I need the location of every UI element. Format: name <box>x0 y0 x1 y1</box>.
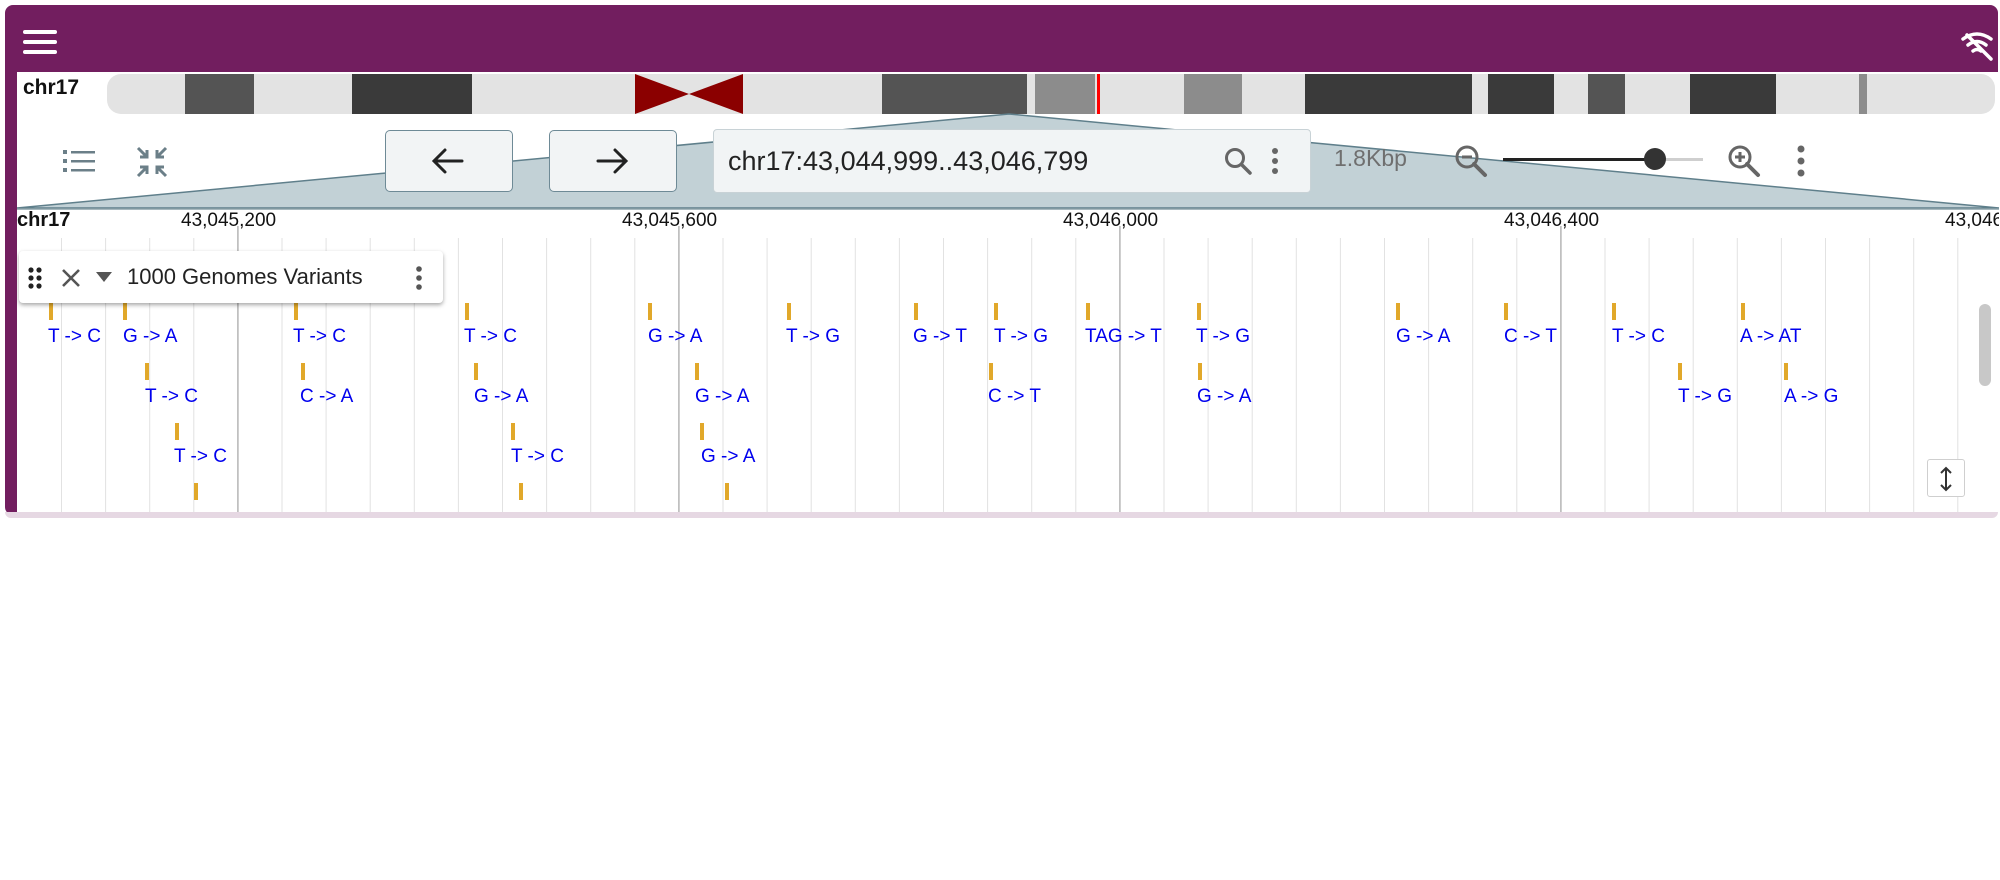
variant-marker[interactable] <box>474 363 478 380</box>
variant-label[interactable]: T -> C <box>511 446 564 468</box>
arrow-right-icon <box>596 148 629 174</box>
track-scrollbar[interactable] <box>1979 304 1991 386</box>
variant-label[interactable]: T -> C <box>464 326 517 348</box>
variant-marker[interactable] <box>1784 363 1788 380</box>
variant-label[interactable]: T -> C <box>293 326 346 348</box>
variant-marker[interactable] <box>989 363 993 380</box>
variant-marker[interactable] <box>1198 363 1202 380</box>
list-icon[interactable] <box>61 144 97 180</box>
resize-view-button[interactable] <box>1927 459 1965 497</box>
variant-label[interactable]: A -> AT <box>1740 326 1801 348</box>
variant-label[interactable]: G -> A <box>474 386 528 408</box>
hamburger-menu-icon[interactable] <box>23 30 59 56</box>
variant-label[interactable]: C -> T <box>1504 326 1557 348</box>
ideogram-chromosome-label: chr17 <box>23 76 80 99</box>
variant-marker[interactable] <box>123 303 127 320</box>
more-vertical-icon[interactable] <box>1268 146 1282 176</box>
variant-marker[interactable] <box>194 483 198 500</box>
zoom-slider-fill <box>1503 158 1651 161</box>
variant-label[interactable]: G -> A <box>701 446 755 468</box>
variant-label[interactable]: T -> G <box>1196 326 1250 348</box>
variant-marker[interactable] <box>648 303 652 320</box>
variant-marker[interactable] <box>465 303 469 320</box>
variant-marker[interactable] <box>519 483 523 500</box>
variant-marker[interactable] <box>1612 303 1616 320</box>
variant-marker[interactable] <box>994 303 998 320</box>
variant-marker[interactable] <box>294 303 298 320</box>
variant-label[interactable]: T -> C <box>1612 326 1665 348</box>
variant-label[interactable]: C -> T <box>988 386 1041 408</box>
more-vertical-icon[interactable] <box>1794 144 1808 178</box>
more-vertical-icon[interactable] <box>413 265 425 291</box>
location-input[interactable]: chr17:43,044,999..43,046,799 <box>728 146 1088 177</box>
zoom-in-icon[interactable] <box>1726 143 1762 179</box>
variant-label[interactable]: T -> C <box>145 386 198 408</box>
variant-label[interactable]: G -> T <box>913 326 967 348</box>
variant-label[interactable]: T -> G <box>994 326 1048 348</box>
caret-down-icon[interactable] <box>95 271 113 283</box>
linear-genome-view: chr17 chr17:43,044,999..43,046,799 1.8Kb… <box>5 5 1999 515</box>
variant-label[interactable]: G -> A <box>695 386 749 408</box>
view-body: chr17 chr17:43,044,999..43,046,799 1.8Kb… <box>17 72 1999 512</box>
arrow-left-icon <box>431 148 464 174</box>
chromosome-ideogram[interactable] <box>107 74 1995 114</box>
wifi-signal-icon[interactable] <box>1957 25 1997 65</box>
variant-marker[interactable] <box>1741 303 1745 320</box>
variant-label[interactable]: G -> A <box>123 326 177 348</box>
variant-label[interactable]: T -> G <box>786 326 840 348</box>
variant-marker[interactable] <box>301 363 305 380</box>
forward-button[interactable] <box>549 130 677 192</box>
view-span-label: 1.8Kbp <box>1334 145 1407 171</box>
variant-marker[interactable] <box>145 363 149 380</box>
variant-marker[interactable] <box>725 483 729 500</box>
zoom-out-icon[interactable] <box>1453 143 1489 179</box>
variant-marker[interactable] <box>175 423 179 440</box>
variant-marker[interactable] <box>700 423 704 440</box>
variant-marker[interactable] <box>914 303 918 320</box>
variant-marker[interactable] <box>1197 303 1201 320</box>
location-search-box[interactable]: chr17:43,044,999..43,046,799 <box>713 129 1311 193</box>
variant-marker[interactable] <box>695 363 699 380</box>
variant-label[interactable]: C -> A <box>300 386 353 408</box>
variant-label[interactable]: T -> G <box>1678 386 1732 408</box>
variant-marker[interactable] <box>49 303 53 320</box>
search-icon[interactable] <box>1223 146 1253 176</box>
variant-marker[interactable] <box>787 303 791 320</box>
close-icon[interactable] <box>59 266 83 290</box>
variant-label[interactable]: TAG -> T <box>1085 326 1162 348</box>
vertical-resize-icon <box>1940 466 1952 492</box>
variant-label[interactable]: T -> C <box>174 446 227 468</box>
variant-label[interactable]: G -> A <box>1396 326 1450 348</box>
view-bottom-edge <box>5 512 1998 518</box>
variant-marker[interactable] <box>511 423 515 440</box>
track-title: 1000 Genomes Variants <box>127 264 363 289</box>
track-label: 1000 Genomes Variants <box>19 251 443 303</box>
collapse-arrows-icon[interactable] <box>134 144 170 180</box>
variant-marker[interactable] <box>1086 303 1090 320</box>
variant-marker[interactable] <box>1396 303 1400 320</box>
back-button[interactable] <box>385 130 513 192</box>
variant-label[interactable]: G -> A <box>648 326 702 348</box>
variant-label[interactable]: A -> G <box>1784 386 1838 408</box>
variant-marker[interactable] <box>1678 363 1682 380</box>
variant-label[interactable]: G -> A <box>1197 386 1251 408</box>
variant-marker[interactable] <box>1504 303 1508 320</box>
drag-handle-icon[interactable] <box>27 266 43 290</box>
zoom-slider-thumb[interactable] <box>1644 148 1666 170</box>
variant-label[interactable]: T -> C <box>48 326 101 348</box>
